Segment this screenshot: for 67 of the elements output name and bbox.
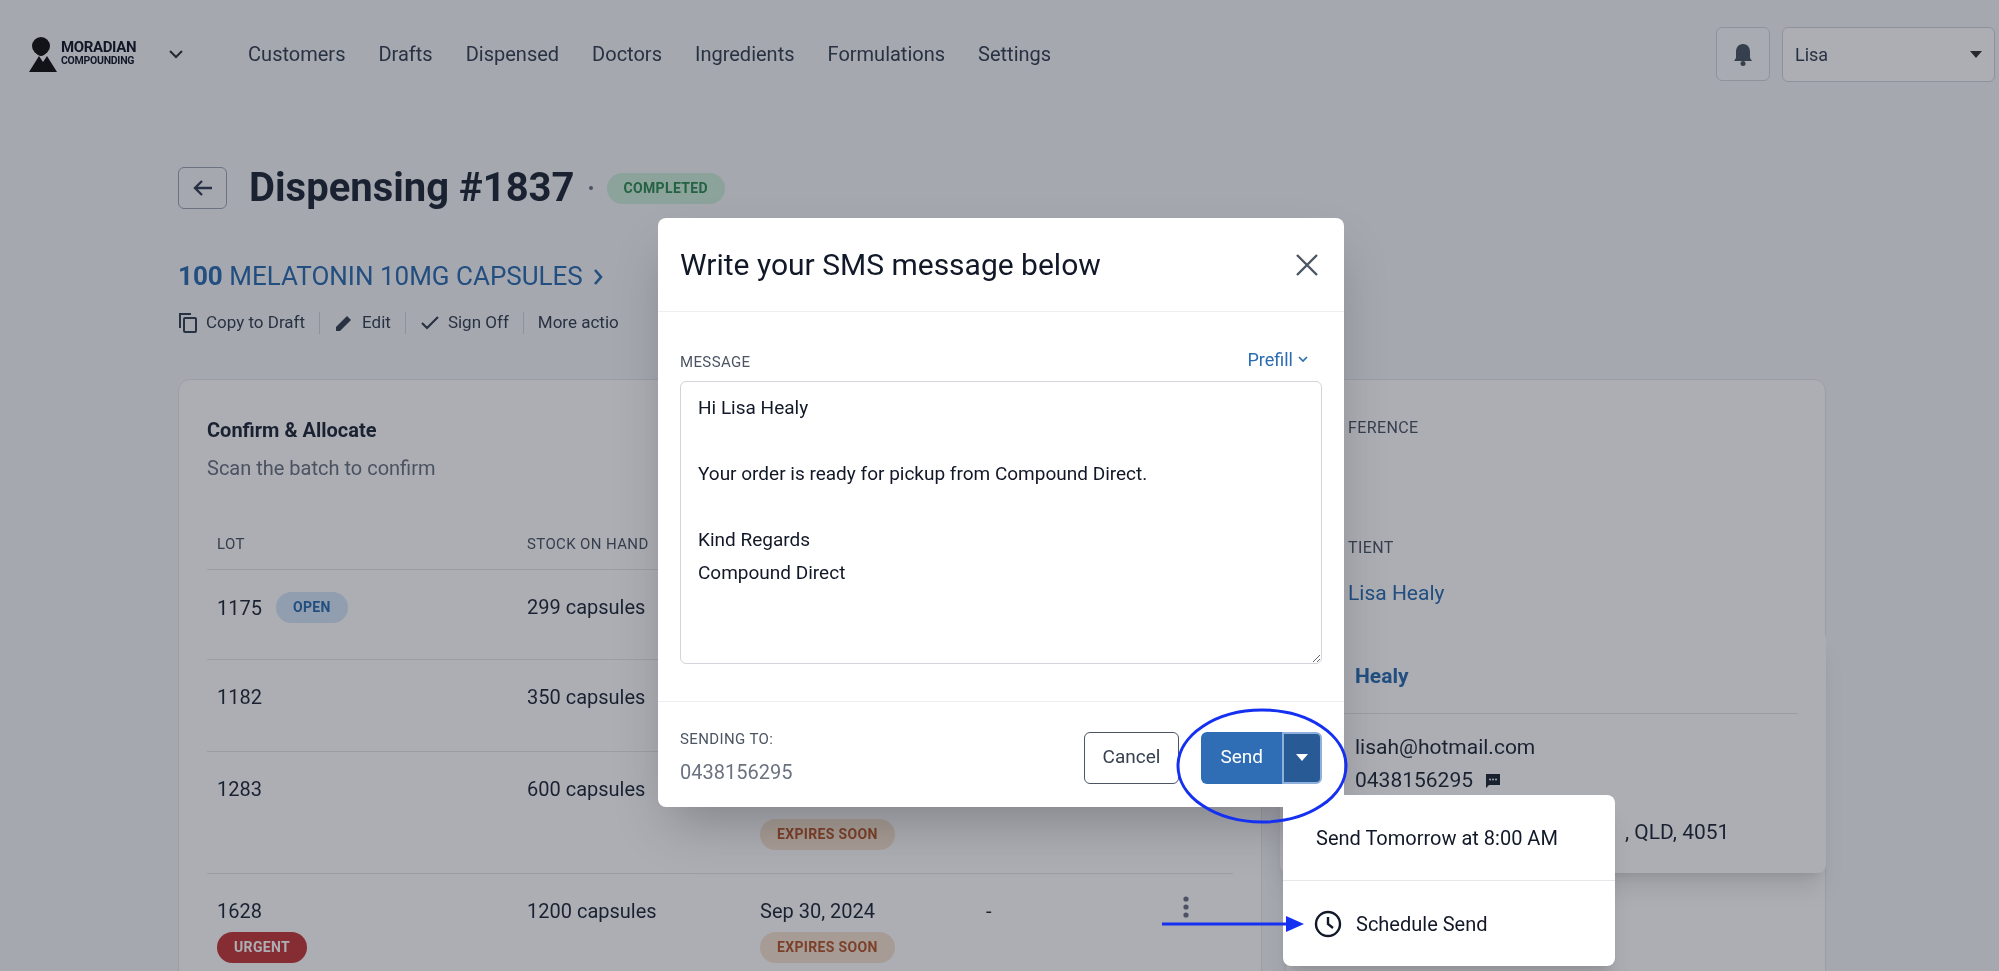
nav-link[interactable]: Doctors [592, 39, 662, 69]
table-cell-text: 350 capsules [527, 684, 647, 711]
field-label: SENDING TO: [680, 729, 775, 751]
copy-icon [178, 311, 198, 334]
bell-icon [1732, 42, 1754, 66]
customer-email: lisah@hotmail.com [1355, 733, 1537, 761]
logo-text: COMPOUNDING [61, 54, 136, 67]
message-field[interactable]: Hi Lisa Healy Your order is ready for pickup from Compound Direct. Kind Regards Compound Direct [680, 381, 1322, 664]
action-button[interactable]: Copy to Draft [178, 310, 306, 336]
user-select[interactable]: Lisa [1782, 26, 1995, 82]
nav-link[interactable]: Customers [248, 39, 346, 69]
table-cell-text: 299 capsules [527, 594, 647, 621]
cancel-button[interactable]: Cancel [1083, 731, 1180, 784]
table-cell-text: Sep 30, 2024 [760, 898, 875, 925]
chevron-down-icon [1298, 356, 1308, 363]
close-icon [1295, 252, 1319, 277]
status-badge: EXPIRES SOON [760, 932, 895, 963]
patient-link[interactable]: Lisa Healy [1348, 577, 1445, 609]
status-badge: COMPLETED [606, 172, 725, 204]
action-button[interactable]: Edit [334, 310, 391, 336]
action-button[interactable]: Sign Off [419, 310, 509, 336]
customer-name: Healy [1355, 663, 1410, 690]
back-button[interactable] [178, 167, 227, 209]
table-cell-text: 600 capsules [527, 776, 647, 803]
action-button[interactable]: More actio [537, 310, 619, 336]
nav-link[interactable]: Settings [978, 39, 1052, 69]
caret-icon [1296, 754, 1308, 761]
table-cell-text: 1628 [217, 898, 262, 925]
dialog-title: Write your SMS message below [680, 246, 1101, 284]
card-title: Confirm & Allocate [207, 416, 378, 444]
table-cell: - [986, 899, 992, 923]
table-cell-text: 1200 capsules [527, 898, 658, 925]
field-label: FERENCE [1348, 416, 1420, 439]
nav-link[interactable]: Drafts [378, 39, 433, 69]
nav-link[interactable]: Dispensed [465, 39, 560, 69]
send-options-button[interactable] [1282, 731, 1322, 784]
product-link[interactable]: 100 MELATONIN 10MG CAPSULES [178, 257, 603, 296]
notifications-button[interactable] [1716, 27, 1770, 81]
page-title: Dispensing #1837 [249, 168, 575, 208]
customer-phone: 0438156295 [1355, 767, 1474, 794]
card-subtitle: Scan the batch to confirm [207, 454, 436, 482]
message-icon[interactable] [1485, 772, 1502, 789]
field-label: TIENT [1348, 536, 1395, 559]
column-header: LOT [217, 533, 245, 555]
nav-link[interactable]: Formulations [827, 39, 946, 69]
recipient-phone: 0438156295 [680, 758, 793, 786]
checkmark-icon [419, 314, 440, 331]
status-badge: EXPIRES SOON [760, 819, 895, 850]
chevron-right-icon [592, 267, 603, 286]
menu-item[interactable]: Send Tomorrow at 8:00 AM [1283, 795, 1615, 880]
arrow-left-icon [191, 179, 214, 197]
clock-icon [1314, 909, 1342, 938]
caret-icon [1970, 50, 1982, 58]
send-button[interactable]: Send [1201, 731, 1282, 784]
prefill-dropdown[interactable]: Prefill [1247, 346, 1322, 373]
table-cell-text: 1175 [217, 594, 262, 622]
more-options-icon[interactable] [1183, 896, 1189, 918]
table-cell-text: 1283 [217, 776, 262, 803]
table-cell-text: 1182 [217, 684, 262, 711]
status-badge: URGENT [217, 932, 308, 963]
nav-link[interactable]: Ingredients [694, 39, 795, 69]
status-badge: OPEN [275, 592, 348, 623]
logo-text: MORADIAN [61, 41, 137, 54]
chevron-down-icon[interactable] [168, 49, 185, 59]
column-header: STOCK ON HAND [527, 533, 649, 555]
field-label: MESSAGE [680, 351, 751, 373]
customer-address: , QLD, 4051 [1625, 818, 1730, 846]
